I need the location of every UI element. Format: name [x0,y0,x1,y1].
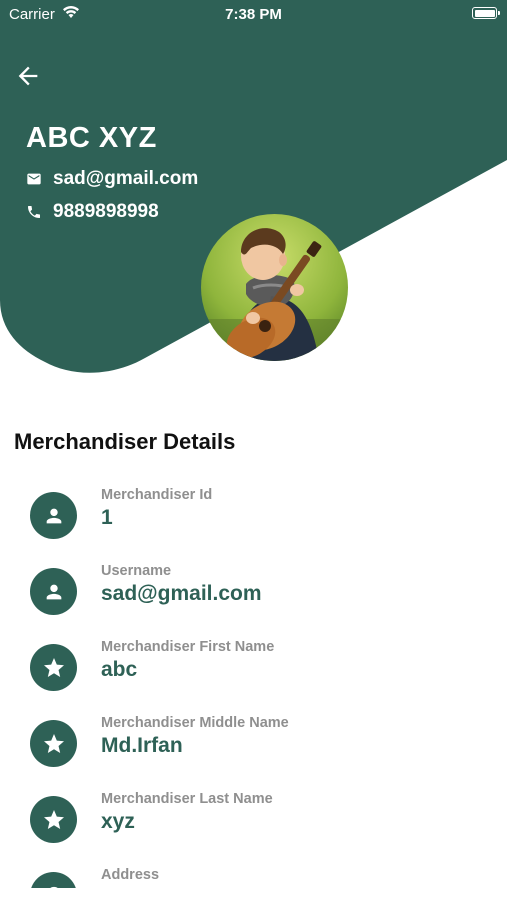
detail-value: abc [101,658,138,681]
detail-label: Merchandiser Middle Name [101,715,289,731]
profile-phone-row: 9889898998 [26,201,159,223]
detail-item-username: Username sad@gmail.com [0,554,507,615]
detail-item-merchandiser-id: Merchandiser Id 1 [0,478,507,539]
star-icon [30,644,77,691]
detail-item-middle-name: Merchandiser Middle Name Md.Irfan [0,706,507,767]
arrow-back-icon [18,66,38,86]
email-icon [27,173,41,185]
phone-icon [28,206,40,218]
detail-label: Merchandiser Id [101,487,213,503]
section-title: Merchandiser Details [14,429,236,454]
avatar-photo [201,214,348,361]
profile-email-row: sad@gmail.com [26,168,198,190]
profile-phone: 9889898998 [53,201,159,222]
profile-name: ABC XYZ [26,122,157,154]
star-icon [30,720,77,767]
detail-value: xyz [101,810,135,833]
star-icon [30,796,77,843]
detail-value: 1 [101,506,113,529]
person-icon [30,568,77,615]
status-time: 7:38 PM [225,6,282,23]
back-button[interactable] [14,62,42,90]
detail-label: Merchandiser First Name [101,639,275,655]
detail-item-address: Address [0,858,507,888]
detail-value: Md.Irfan [101,734,183,757]
person-icon [30,492,77,539]
location-icon [30,872,77,888]
status-bar: Carrier 7:38 PM [0,0,507,28]
detail-label: Username [101,563,172,579]
detail-value: sad@gmail.com [101,582,262,605]
profile-email: sad@gmail.com [53,168,199,189]
detail-item-first-name: Merchandiser First Name abc [0,630,507,691]
detail-item-last-name: Merchandiser Last Name xyz [0,782,507,843]
details-list[interactable]: Merchandiser Id 1 Username sad@gmail.com… [0,478,507,888]
profile-avatar[interactable] [201,214,348,361]
detail-label: Address [101,867,160,883]
battery-icon [472,7,500,19]
detail-label: Merchandiser Last Name [101,791,273,807]
